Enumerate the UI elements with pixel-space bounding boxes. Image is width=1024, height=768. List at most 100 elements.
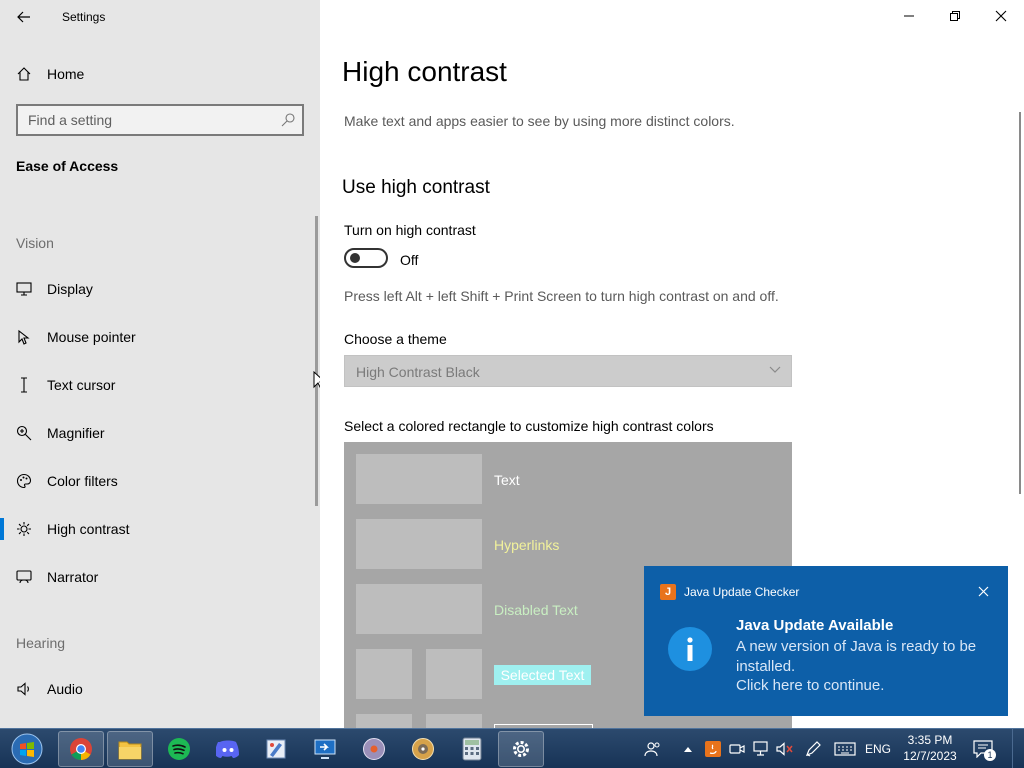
- text-color-swatch[interactable]: [356, 454, 482, 504]
- close-icon: [995, 10, 1007, 22]
- taskbar-media-player[interactable]: [351, 731, 397, 767]
- start-button[interactable]: [8, 731, 46, 767]
- taskbar-calculator[interactable]: [449, 731, 495, 767]
- selected-text-bg-swatch[interactable]: [426, 649, 482, 699]
- group-label-hearing: Hearing: [16, 635, 66, 651]
- spotify-icon: [168, 738, 190, 760]
- button-text-fg-swatch[interactable]: [356, 714, 412, 728]
- keyboard-icon[interactable]: [832, 739, 858, 759]
- taskbar-spotify[interactable]: [156, 731, 202, 767]
- people-icon[interactable]: [642, 739, 664, 759]
- chevron-up-icon[interactable]: [680, 739, 696, 759]
- taskbar-chrome[interactable]: [58, 731, 104, 767]
- page-description: Make text and apps easier to see by usin…: [344, 113, 735, 129]
- media-player-icon: [363, 738, 385, 760]
- main-scrollbar[interactable]: [1019, 112, 1021, 494]
- nav-item-mouse-pointer[interactable]: Mouse pointer: [0, 317, 316, 357]
- nav-item-color-filters[interactable]: Color filters: [0, 461, 316, 501]
- taskbar-remote-desktop[interactable]: [302, 731, 348, 767]
- discord-icon: [216, 740, 239, 758]
- taskbar-file-explorer[interactable]: [107, 731, 153, 767]
- language-indicator[interactable]: ENG: [864, 739, 892, 759]
- minimize-button[interactable]: [886, 0, 932, 32]
- preview-hyperlinks-label: Hyperlinks: [494, 537, 560, 553]
- nav-item-high-contrast[interactable]: High contrast: [0, 509, 316, 549]
- theme-selected-value: High Contrast Black: [356, 364, 480, 380]
- theme-label: Choose a theme: [344, 331, 447, 347]
- taskbar-disk-utility[interactable]: [400, 731, 446, 767]
- chrome-icon: [70, 738, 92, 760]
- taskbar-clock[interactable]: 3:35 PM 12/7/2023: [900, 732, 960, 764]
- minimize-icon: [904, 15, 914, 17]
- settings-sidebar: Settings Home Ease of Access Vision Disp…: [0, 0, 327, 728]
- button-text-bg-swatch[interactable]: [426, 714, 482, 728]
- sun-icon: [15, 521, 33, 537]
- action-center-button[interactable]: 1: [970, 737, 996, 761]
- preview-text-label: Text: [494, 472, 520, 488]
- nav-item-audio[interactable]: Audio: [0, 669, 316, 709]
- magnifier-icon: [15, 425, 33, 441]
- java-update-toast[interactable]: J Java Update Checker Java Update Availa…: [644, 566, 1008, 716]
- taskbar-settings[interactable]: [498, 731, 544, 767]
- pointer-icon: [15, 329, 33, 345]
- app-title: Settings: [62, 10, 106, 24]
- hyperlinks-color-swatch[interactable]: [356, 519, 482, 569]
- nav-item-text-cursor[interactable]: Text cursor: [0, 365, 316, 405]
- section-title: Ease of Access: [16, 158, 119, 174]
- nav-home-label: Home: [47, 66, 85, 82]
- toast-close-button[interactable]: [974, 582, 992, 600]
- close-button[interactable]: [978, 0, 1024, 32]
- text-cursor-icon: [15, 377, 33, 393]
- nav-item-label: High contrast: [47, 521, 130, 537]
- sidebar-scrollbar[interactable]: [315, 216, 318, 506]
- back-button[interactable]: [8, 4, 40, 30]
- nav-home[interactable]: Home: [0, 58, 316, 90]
- group-label-vision: Vision: [16, 235, 54, 251]
- volume-muted-icon[interactable]: [775, 739, 795, 759]
- search-input[interactable]: [28, 112, 268, 128]
- selected-text-fg-swatch[interactable]: [356, 649, 412, 699]
- taskbar-discord[interactable]: [205, 731, 251, 767]
- palette-icon: [15, 473, 33, 489]
- nav-item-magnifier[interactable]: Magnifier: [0, 413, 316, 453]
- windows-orb-icon: [11, 733, 43, 765]
- preview-selected-text-label: Selected Text: [494, 665, 591, 685]
- show-desktop-button[interactable]: [1012, 729, 1024, 768]
- theme-dropdown[interactable]: High Contrast Black: [344, 355, 792, 387]
- taskbar: ENG 3:35 PM 12/7/2023 1: [0, 728, 1024, 768]
- paint-icon: [266, 739, 286, 759]
- toggle-knob: [350, 253, 360, 263]
- monitor-icon: [15, 282, 33, 296]
- home-icon: [16, 66, 32, 82]
- nav-item-narrator[interactable]: Narrator: [0, 557, 316, 597]
- chevron-down-icon: [769, 366, 781, 373]
- nav-item-display[interactable]: Display: [0, 269, 316, 309]
- java-tray-icon[interactable]: [704, 739, 722, 759]
- clock-time: 3:35 PM: [907, 733, 953, 747]
- restore-button[interactable]: [932, 0, 978, 32]
- search-box[interactable]: [16, 104, 304, 136]
- info-icon: [668, 627, 712, 671]
- preview-disabled-text-label: Disabled Text: [494, 602, 578, 618]
- settings-icon: [513, 741, 529, 757]
- nav-item-label: Text cursor: [47, 377, 116, 393]
- speaker-icon: [15, 681, 33, 697]
- remote-desktop-icon: [314, 739, 336, 759]
- taskbar-paint[interactable]: [253, 731, 299, 767]
- toast-app-name: Java Update Checker: [684, 585, 800, 599]
- section-heading: Use high contrast: [342, 177, 490, 198]
- file-explorer-icon: [118, 741, 142, 760]
- pen-icon[interactable]: [802, 739, 824, 759]
- high-contrast-toggle[interactable]: [344, 248, 388, 268]
- camera-icon[interactable]: [728, 739, 746, 759]
- toast-continue-link[interactable]: Click here to continue.: [736, 677, 884, 694]
- close-icon: [978, 586, 988, 596]
- nav-item-label: Mouse pointer: [47, 329, 136, 345]
- search-icon[interactable]: [280, 112, 296, 133]
- nav-item-label: Magnifier: [47, 425, 105, 441]
- clock-date: 12/7/2023: [903, 749, 957, 763]
- disabled-text-color-swatch[interactable]: [356, 584, 482, 634]
- disk-icon: [412, 738, 434, 760]
- network-icon[interactable]: [751, 739, 771, 759]
- java-icon: J: [660, 584, 676, 600]
